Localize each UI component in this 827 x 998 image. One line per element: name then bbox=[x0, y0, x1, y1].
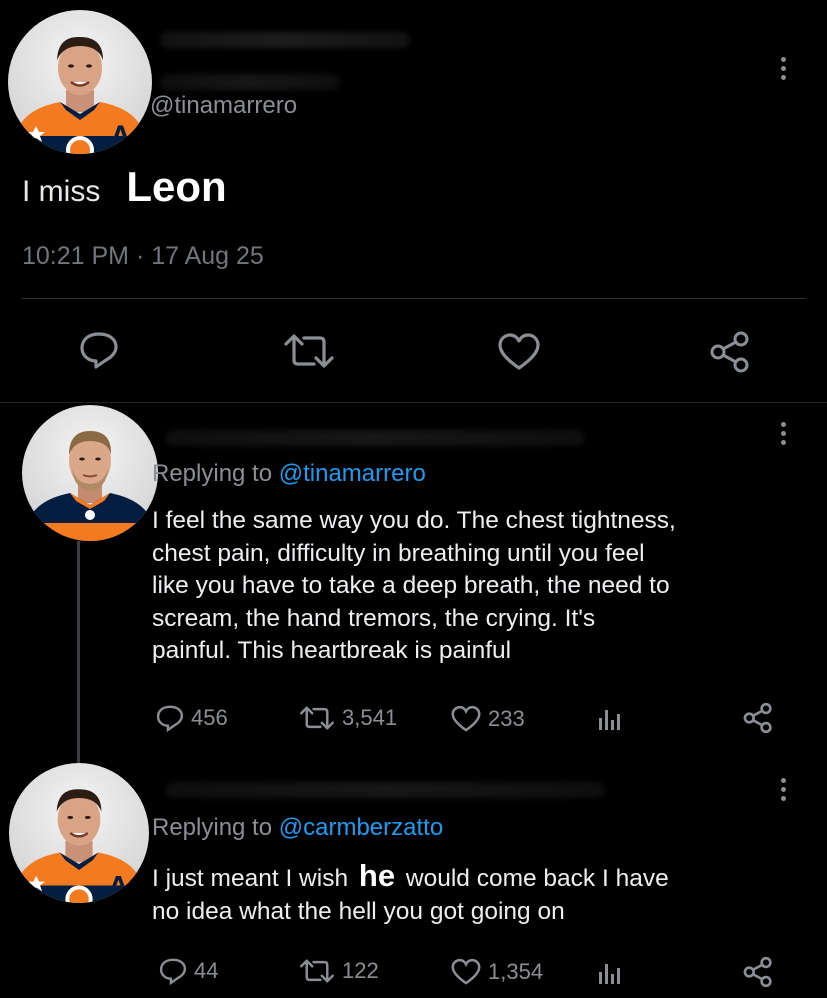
avatar[interactable]: A bbox=[9, 763, 149, 903]
reply-text-line: scream, the hand tremors, the crying. It… bbox=[152, 604, 596, 632]
share-icon[interactable] bbox=[742, 702, 774, 739]
reply-text-before: I just meant I wish bbox=[152, 865, 349, 892]
replying-to: Replying to @tinamarrero bbox=[152, 460, 426, 488]
thread-line bbox=[77, 541, 80, 763]
retweet-icon bbox=[300, 706, 334, 730]
reply-text-line: chest pain, difficulty in breathing unti… bbox=[152, 539, 645, 567]
avatar[interactable] bbox=[22, 405, 158, 541]
retweet-count[interactable]: 122 bbox=[298, 958, 379, 984]
more-icon[interactable] bbox=[781, 57, 787, 84]
tweet-text: I miss Leon bbox=[22, 163, 227, 213]
reply-text-line: I feel the same way you do. The chest ti… bbox=[152, 507, 676, 534]
like-count[interactable]: 1,354 bbox=[450, 958, 543, 986]
reply-text-emph: he bbox=[358, 858, 396, 893]
share-icon[interactable] bbox=[708, 330, 752, 379]
retweet-icon[interactable] bbox=[282, 332, 336, 375]
like-count[interactable]: 233 bbox=[450, 705, 525, 733]
captain-letter: A bbox=[110, 872, 127, 897]
like-icon bbox=[451, 705, 481, 732]
reply-text-line: like you have to take a deep breath, the… bbox=[152, 572, 670, 599]
divider bbox=[0, 402, 827, 403]
like-icon[interactable] bbox=[496, 332, 542, 377]
blurred-display-name bbox=[165, 430, 585, 446]
reply-count-value: 456 bbox=[191, 705, 228, 730]
reply-icon bbox=[156, 705, 184, 732]
blurred-display-name bbox=[160, 32, 410, 48]
retweet-count-value: 3,541 bbox=[342, 705, 398, 730]
blurred-display-name bbox=[165, 782, 605, 798]
tweet-text-prefix: I miss bbox=[22, 175, 101, 208]
captain-letter: A bbox=[112, 123, 129, 148]
retweet-count[interactable]: 3,541 bbox=[298, 705, 397, 731]
reply-text: I feel the same way you do. The chest ti… bbox=[152, 505, 812, 668]
more-icon[interactable] bbox=[781, 422, 787, 449]
retweet-icon bbox=[300, 959, 334, 983]
share-icon[interactable] bbox=[742, 956, 774, 993]
like-count-value: 1,354 bbox=[488, 959, 544, 984]
blurred-name-line bbox=[160, 74, 340, 90]
reply-icon[interactable] bbox=[78, 330, 120, 375]
reply-icon bbox=[159, 958, 187, 985]
replying-to: Replying to @carmberzatto bbox=[152, 814, 443, 842]
reply-text-after: would come back I have bbox=[405, 865, 669, 892]
mention-link[interactable]: @tinamarrero bbox=[279, 460, 426, 487]
reply-count-value: 44 bbox=[194, 958, 219, 983]
more-icon[interactable] bbox=[781, 778, 787, 805]
reply-count[interactable]: 456 bbox=[155, 704, 228, 732]
mention-link[interactable]: @carmberzatto bbox=[279, 814, 443, 841]
analytics-icon[interactable] bbox=[597, 960, 623, 991]
replying-label: Replying to bbox=[152, 814, 273, 841]
tweet-timestamp[interactable]: 10:21 PM · 17 Aug 25 bbox=[22, 242, 264, 271]
reply-text: I just meant I wish he would come back I… bbox=[152, 858, 812, 928]
reply-text-line: I just meant I wish he would come back I… bbox=[152, 858, 812, 896]
reply-count[interactable]: 44 bbox=[158, 957, 218, 985]
like-count-value: 233 bbox=[488, 706, 525, 731]
divider bbox=[22, 298, 806, 299]
reply-text-line: no idea what the hell you got going on bbox=[152, 897, 565, 925]
analytics-icon[interactable] bbox=[597, 706, 623, 737]
user-handle[interactable]: @tinamarrero bbox=[150, 92, 297, 120]
replying-label: Replying to bbox=[152, 460, 273, 487]
reply-text-line: painful. This heartbreak is painful bbox=[152, 637, 512, 664]
like-icon bbox=[451, 958, 481, 985]
tweet-text-emph: Leon bbox=[126, 163, 227, 210]
retweet-count-value: 122 bbox=[342, 958, 379, 983]
avatar[interactable]: A bbox=[8, 10, 152, 154]
